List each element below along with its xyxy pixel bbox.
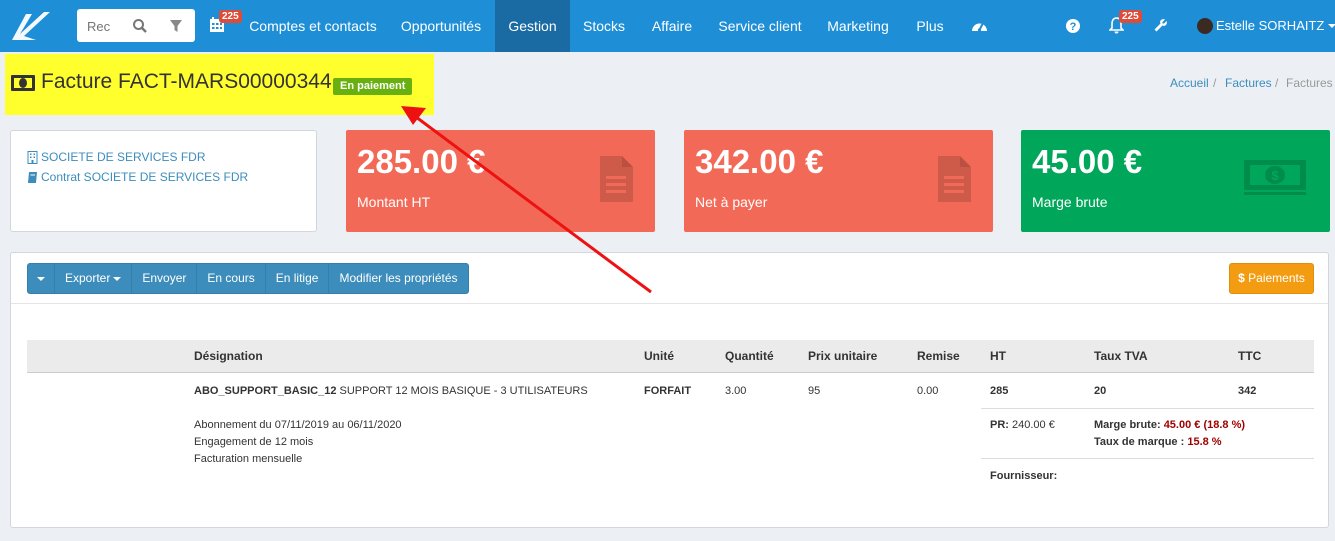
svg-text:$: $ bbox=[1271, 168, 1279, 183]
calendar-badge: 225 bbox=[219, 10, 242, 23]
dashboard-icon[interactable] bbox=[971, 18, 988, 33]
dollar-icon: $ bbox=[1238, 271, 1245, 285]
help-icon[interactable]: ? bbox=[1066, 19, 1080, 33]
stat-label: Montant HT bbox=[357, 194, 431, 210]
row-designation: ABO_SUPPORT_BASIC_12 SUPPORT 12 MOIS BAS… bbox=[194, 385, 588, 397]
breadcrumb-separator: / bbox=[1213, 76, 1217, 90]
money-icon: $ bbox=[1244, 160, 1306, 195]
row-unit: FORFAIT bbox=[644, 385, 692, 397]
nav-comptes-et-contacts[interactable]: Comptes et contacts bbox=[240, 0, 386, 52]
row-ht: 285 bbox=[990, 385, 1009, 397]
row-ttc: 342 bbox=[1238, 385, 1257, 397]
search-input[interactable] bbox=[87, 17, 127, 35]
dispute-button[interactable]: En litige bbox=[266, 264, 330, 293]
edit-properties-button[interactable]: Modifier les propriétés bbox=[329, 264, 467, 293]
divider bbox=[981, 458, 1314, 459]
supplier-label: Fournisseur: bbox=[990, 470, 1058, 482]
row-description-line: Abonnement du 07/11/2019 au 06/11/2020 bbox=[194, 419, 402, 431]
row-vat-rate: 20 bbox=[1094, 385, 1107, 397]
row-unit-price: 95 bbox=[808, 385, 821, 397]
breadcrumb-separator: / bbox=[1275, 76, 1279, 90]
top-navbar: 225 Comptes et contacts Opportunités Ges… bbox=[0, 0, 1335, 52]
in-progress-button[interactable]: En cours bbox=[197, 264, 266, 293]
breadcrumb-current: Factures bbox=[1286, 76, 1333, 90]
table-header: Désignation Unité Quantité Prix unitaire… bbox=[27, 340, 1314, 373]
toolbar: Exporter Envoyer En cours En litige Modi… bbox=[27, 263, 469, 294]
divider bbox=[981, 408, 1314, 409]
nav-opportunites[interactable]: Opportunités bbox=[387, 0, 495, 52]
filter-icon[interactable] bbox=[169, 18, 183, 34]
column-header: Taux TVA bbox=[1094, 349, 1148, 363]
gross-margin: Marge brute: 45.00 € (18.8 %) bbox=[1094, 419, 1246, 431]
app-logo-icon[interactable] bbox=[6, 6, 52, 46]
page-title: Facture FACT-MARS00000344 bbox=[41, 70, 332, 93]
caret-down-icon bbox=[37, 276, 45, 281]
divider bbox=[11, 303, 1328, 304]
notification-badge: 225 bbox=[1119, 10, 1142, 23]
column-header: Désignation bbox=[194, 349, 263, 363]
nav-stocks[interactable]: Stocks bbox=[573, 0, 635, 52]
document-icon bbox=[600, 156, 633, 202]
stat-marge-brute: 45.00 € Marge brute $ bbox=[1021, 130, 1330, 232]
money-bill-icon bbox=[11, 75, 35, 91]
document-icon bbox=[938, 156, 971, 202]
column-header: Remise bbox=[917, 349, 960, 363]
nav-affaire[interactable]: Affaire bbox=[639, 0, 705, 52]
column-header: TTC bbox=[1238, 349, 1262, 363]
row-discount: 0.00 bbox=[917, 385, 939, 397]
markup-rate: Taux de marque : 15.8 % bbox=[1094, 436, 1222, 448]
invoice-info-box: SOCIETE DE SERVICES FDR Contrat SOCIETE … bbox=[10, 130, 317, 232]
send-button[interactable]: Envoyer bbox=[132, 264, 198, 293]
row-quantity: 3.00 bbox=[725, 385, 747, 397]
column-header: Unité bbox=[644, 349, 674, 363]
payments-button[interactable]: $ Paiements bbox=[1229, 263, 1314, 294]
nav-plus[interactable]: Plus bbox=[905, 0, 955, 52]
stat-label: Marge brute bbox=[1032, 194, 1108, 210]
purchase-price: PR: 240.00 € bbox=[990, 419, 1055, 431]
column-header: Prix unitaire bbox=[808, 349, 878, 363]
column-header: Quantité bbox=[725, 349, 774, 363]
export-button[interactable]: Exporter bbox=[55, 264, 133, 293]
stat-label: Net à payer bbox=[695, 194, 768, 210]
status-badge: En paiement bbox=[333, 78, 413, 95]
stat-net-a-payer: 342.00 € Net à payer bbox=[684, 130, 993, 232]
stat-montant-ht: 285.00 € Montant HT bbox=[346, 130, 655, 232]
building-icon bbox=[27, 151, 38, 164]
row-description-line: Engagement de 12 mois bbox=[194, 436, 314, 448]
stat-value: 285.00 € bbox=[357, 143, 486, 180]
column-header: HT bbox=[990, 349, 1006, 363]
page-header: Facture FACT-MARS00000344 En paiement bbox=[5, 54, 434, 115]
caret-down-icon bbox=[113, 276, 122, 281]
search-icon[interactable] bbox=[132, 18, 148, 34]
wrench-icon[interactable] bbox=[1153, 18, 1168, 33]
breadcrumb-accueil[interactable]: Accueil bbox=[1170, 76, 1209, 90]
dropdown-toggle-button[interactable] bbox=[28, 264, 55, 293]
user-name: Estelle SORHAITZ bbox=[1216, 18, 1325, 33]
row-description-line: Facturation mensuelle bbox=[194, 453, 303, 465]
stat-value: 342.00 € bbox=[695, 143, 824, 180]
nav-service-client[interactable]: Service client bbox=[708, 0, 812, 52]
search-box bbox=[77, 9, 195, 42]
invoice-panel: Exporter Envoyer En cours En litige Modi… bbox=[10, 252, 1329, 528]
stat-value: 45.00 € bbox=[1032, 143, 1143, 180]
nav-marketing[interactable]: Marketing bbox=[816, 0, 900, 52]
book-icon bbox=[28, 172, 37, 183]
chevron-down-icon bbox=[1328, 24, 1335, 28]
avatar bbox=[1197, 18, 1213, 34]
breadcrumb-factures[interactable]: Factures bbox=[1225, 76, 1272, 90]
svg-text:?: ? bbox=[1070, 21, 1077, 33]
nav-gestion[interactable]: Gestion bbox=[495, 0, 570, 52]
